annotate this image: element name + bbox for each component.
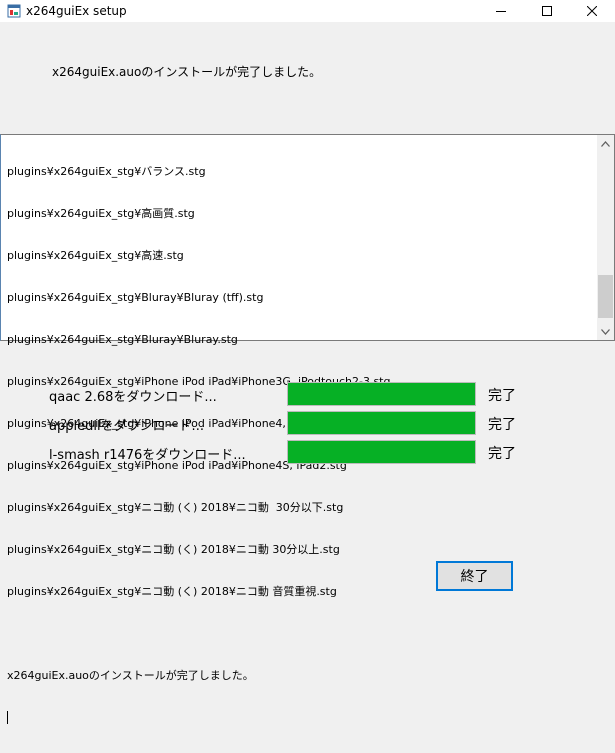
- log-line: plugins¥x264guiEx_stg¥ニコ動 (く) 2018¥ニコ動 3…: [7, 501, 344, 514]
- download-status: 完了: [488, 446, 516, 462]
- progress-fill: [288, 383, 475, 405]
- text-caret-line: [7, 711, 592, 725]
- progress-fill: [288, 412, 475, 434]
- minimize-icon: [496, 11, 506, 12]
- log-line: plugins¥x264guiEx_stg¥Bluray¥Bluray (tff…: [7, 291, 264, 304]
- scroll-down-button[interactable]: [597, 323, 614, 340]
- finish-button[interactable]: 終了: [436, 561, 513, 591]
- progress-fill: [288, 441, 475, 463]
- app-icon: [7, 4, 21, 18]
- install-complete-message: x264guiEx.auoのインストールが完了しました。: [52, 65, 322, 79]
- download-status: 完了: [488, 417, 516, 433]
- download-label: appledllをダウンロード...: [49, 419, 204, 434]
- download-label: qaac 2.68をダウンロード...: [49, 390, 217, 405]
- download-row-qaac: qaac 2.68をダウンロード... 完了: [0, 382, 615, 406]
- log-line: plugins¥x264guiEx_stg¥高画質.stg: [7, 207, 195, 220]
- download-progress-bar: [287, 382, 476, 406]
- install-log-textbox[interactable]: plugins¥x264guiEx_stg¥バランス.stg plugins¥x…: [0, 134, 615, 724]
- log-line: plugins¥x264guiEx_stg¥バランス.stg: [7, 165, 206, 178]
- download-progress-bar: [287, 440, 476, 464]
- scroll-down-icon: [601, 328, 610, 335]
- download-row-appledll: appledllをダウンロード... 完了: [0, 411, 615, 435]
- maximize-button[interactable]: [524, 0, 570, 22]
- log-scrollbar[interactable]: [597, 135, 614, 340]
- log-line: plugins¥x264guiEx_stg¥高速.stg: [7, 249, 184, 262]
- title-bar: x264guiEx setup: [0, 0, 615, 22]
- log-line: x264guiEx.auoのインストールが完了しました。: [7, 669, 254, 682]
- text-caret: [7, 711, 8, 724]
- download-status: 完了: [488, 388, 516, 404]
- scroll-thumb[interactable]: [598, 275, 613, 318]
- scroll-up-button[interactable]: [597, 135, 614, 152]
- log-line: plugins¥x264guiEx_stg¥Bluray¥Bluray.stg: [7, 333, 238, 346]
- minimize-button[interactable]: [478, 0, 524, 22]
- scroll-up-icon: [601, 140, 610, 147]
- download-label: l-smash r1476をダウンロード...: [49, 448, 246, 463]
- log-line: plugins¥x264guiEx_stg¥ニコ動 (く) 2018¥ニコ動 3…: [7, 543, 340, 556]
- download-progress-bar: [287, 411, 476, 435]
- close-icon: [587, 6, 597, 16]
- maximize-icon: [542, 6, 552, 16]
- download-row-lsmash: l-smash r1476をダウンロード... 完了: [0, 440, 615, 464]
- window-title: x264guiEx setup: [26, 4, 127, 18]
- close-button[interactable]: [569, 0, 615, 22]
